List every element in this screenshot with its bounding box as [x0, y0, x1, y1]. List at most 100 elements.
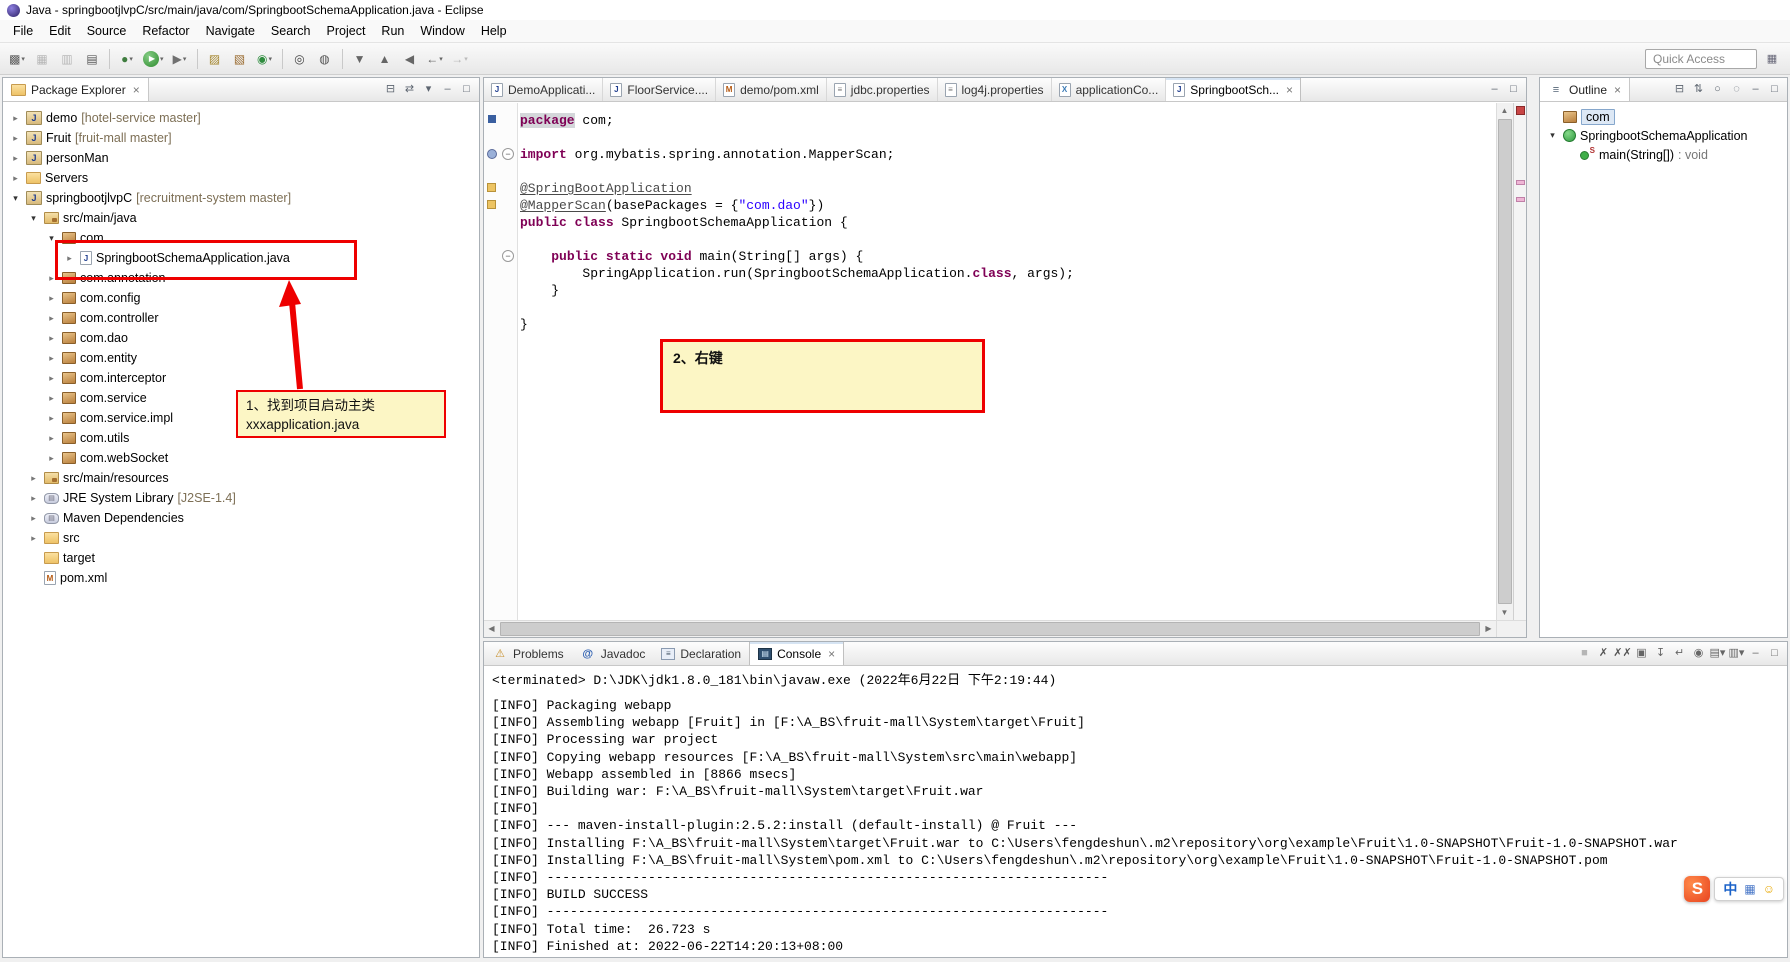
chevron-right-icon[interactable]: ▸: [45, 373, 58, 384]
minimize-button[interactable]: –: [1746, 644, 1765, 663]
tree-item-com-entity[interactable]: ▸ com.entity: [3, 348, 479, 368]
tree-item-springbootjlvpc[interactable]: ▾ JspringbootjlvpC [recruitment-system ma…: [3, 188, 479, 208]
collapse-all-button[interactable]: ⊟: [1670, 80, 1689, 99]
outline-tab[interactable]: ≡ Outline ×: [1540, 78, 1631, 101]
tree-item-com[interactable]: ▾ com: [3, 228, 479, 248]
menu-refactor[interactable]: Refactor: [134, 21, 197, 41]
tree-item-com-dao[interactable]: ▸ com.dao: [3, 328, 479, 348]
chevron-right-icon[interactable]: ▸: [9, 173, 22, 184]
menu-file[interactable]: File: [5, 21, 41, 41]
chevron-right-icon[interactable]: ▸: [27, 513, 40, 524]
next-annotation-button[interactable]: ▼: [348, 47, 372, 71]
view-menu-button[interactable]: ▾: [419, 80, 438, 99]
console-view-tab-problems[interactable]: ⚠ Problems: [484, 642, 572, 665]
outline-item-springbootschemaapplication[interactable]: ▾ SpringbootSchemaApplication: [1540, 126, 1787, 145]
code-viewport[interactable]: − − package com; import org.mybatis.sprin…: [484, 103, 1496, 620]
remove-all-launches-button[interactable]: ✗✗: [1613, 644, 1632, 663]
maximize-button[interactable]: □: [1765, 80, 1784, 99]
chevron-right-icon[interactable]: ▸: [45, 393, 58, 404]
chevron-down-icon[interactable]: ▾: [1546, 130, 1559, 141]
display-selected-console-button[interactable]: ▤▾: [1708, 644, 1727, 663]
tree-item-servers[interactable]: ▸ Servers: [3, 168, 479, 188]
editor-tab-springbootsch[interactable]: J SpringbootSch... ×: [1166, 78, 1302, 101]
forward-button[interactable]: → ▾: [448, 47, 472, 71]
scroll-right-icon[interactable]: ▶: [1481, 621, 1496, 636]
editor-tab-jdbc-properties[interactable]: ≡ jdbc.properties: [827, 78, 938, 101]
save-button[interactable]: ▦: [30, 47, 54, 71]
chevron-right-icon[interactable]: ▸: [45, 333, 58, 344]
tree-item-personman[interactable]: ▸ JpersonMan: [3, 148, 479, 168]
tree-item-pom-xml[interactable]: Mpom.xml: [3, 568, 479, 588]
fold-collapse-icon[interactable]: −: [502, 250, 514, 262]
editor-tab-log4j-properties[interactable]: ≡ log4j.properties: [938, 78, 1052, 101]
close-icon[interactable]: ×: [828, 647, 835, 661]
tree-item-fruit[interactable]: ▸ J Fruit [fruit-mall master]: [3, 128, 479, 148]
overview-occurrence-marker-icon[interactable]: [1516, 180, 1525, 185]
chevron-right-icon[interactable]: ▸: [45, 413, 58, 424]
fold-collapse-icon[interactable]: −: [502, 148, 514, 160]
open-type-button[interactable]: ◎: [288, 47, 312, 71]
previous-annotation-button[interactable]: ▲: [373, 47, 397, 71]
tree-item-com-controller[interactable]: ▸ com.controller: [3, 308, 479, 328]
pin-console-button[interactable]: ◉: [1689, 644, 1708, 663]
editor-vscrollbar[interactable]: ▲ ▼: [1496, 103, 1513, 620]
word-wrap-button[interactable]: ↵: [1670, 644, 1689, 663]
vscroll-thumb[interactable]: [1498, 119, 1512, 604]
tree-item-com-config[interactable]: ▸ com.config: [3, 288, 479, 308]
chevron-right-icon[interactable]: ▸: [9, 153, 22, 164]
close-icon[interactable]: ×: [133, 83, 140, 97]
tree-item-src[interactable]: ▸ src: [3, 528, 479, 548]
scroll-lock-button[interactable]: ↧: [1651, 644, 1670, 663]
scroll-down-icon[interactable]: ▼: [1497, 605, 1512, 620]
tree-item-jre-system-library[interactable]: ▸ ▤ JRE System Library [J2SE-1.4]: [3, 488, 479, 508]
overview-occurrence-marker-icon[interactable]: [1516, 197, 1525, 202]
debug-button[interactable]: ● ▾: [115, 47, 139, 71]
tree-item-com-annotation[interactable]: ▸ com.annotation: [3, 268, 479, 288]
chevron-right-icon[interactable]: ▸: [45, 293, 58, 304]
tree-item-src-main-java[interactable]: ▾ src/main/java: [3, 208, 479, 228]
sogou-logo-icon[interactable]: S: [1684, 876, 1711, 902]
last-edit-location-button[interactable]: ◀: [398, 47, 422, 71]
chevron-right-icon[interactable]: ▸: [45, 313, 58, 324]
hscroll-thumb[interactable]: [500, 622, 1480, 636]
code-area[interactable]: package com; import org.mybatis.spring.a…: [520, 112, 1496, 333]
external-tools-button[interactable]: ▶ ▾: [168, 47, 192, 71]
chevron-down-icon[interactable]: ▾: [27, 213, 40, 224]
chevron-right-icon[interactable]: ▸: [45, 453, 58, 464]
console-body[interactable]: <terminated> D:\JDK\jdk1.8.0_181\bin\jav…: [484, 666, 1787, 957]
console-view-tab-javadoc[interactable]: @ Javadoc: [572, 642, 654, 665]
package-explorer-tab[interactable]: Package Explorer ×: [3, 78, 149, 101]
menu-source[interactable]: Source: [79, 21, 135, 41]
scroll-up-icon[interactable]: ▲: [1497, 103, 1512, 118]
tree-item-com-websocket[interactable]: ▸ com.webSocket: [3, 448, 479, 468]
back-button[interactable]: ← ▾: [423, 47, 447, 71]
outline-item-main-string[interactable]: Smain(String[]) : void: [1540, 145, 1787, 164]
scroll-left-icon[interactable]: ◀: [484, 621, 499, 636]
menu-search[interactable]: Search: [263, 21, 319, 41]
hide-fields-button[interactable]: ○: [1708, 80, 1727, 99]
remove-launch-button[interactable]: ✗: [1594, 644, 1613, 663]
new-java-package-button[interactable]: ▧: [228, 47, 252, 71]
collapse-all-button[interactable]: ⊟: [381, 80, 400, 99]
console-view-tab-console[interactable]: ▤ Console ×: [749, 642, 845, 665]
outline-item-com[interactable]: com: [1540, 107, 1787, 126]
run-button[interactable]: ▶ ▾: [140, 47, 167, 71]
tree-item-target[interactable]: target: [3, 548, 479, 568]
overview-error-marker-icon[interactable]: [1516, 106, 1525, 115]
console-view-tab-declaration[interactable]: ≡ Declaration: [653, 642, 749, 665]
clear-console-button[interactable]: ▣: [1632, 644, 1651, 663]
terminate-button[interactable]: ■: [1575, 644, 1594, 663]
menu-window[interactable]: Window: [412, 21, 472, 41]
close-icon[interactable]: ×: [1614, 83, 1621, 97]
editor-tab-applicationco[interactable]: XapplicationCo...: [1052, 78, 1167, 101]
menu-run[interactable]: Run: [373, 21, 412, 41]
link-with-editor-button[interactable]: ⇄: [400, 80, 419, 99]
menu-project[interactable]: Project: [319, 21, 374, 41]
search-button[interactable]: ◍: [313, 47, 337, 71]
ime-keyboard-icon[interactable]: ▦: [1744, 882, 1755, 896]
open-console-button[interactable]: ▥▾: [1727, 644, 1746, 663]
ime-mode-label[interactable]: 中: [1723, 879, 1737, 899]
minimize-button[interactable]: –: [1746, 80, 1765, 99]
open-perspective-icon[interactable]: ▦: [1762, 49, 1782, 69]
save-all-button[interactable]: ▥: [55, 47, 79, 71]
